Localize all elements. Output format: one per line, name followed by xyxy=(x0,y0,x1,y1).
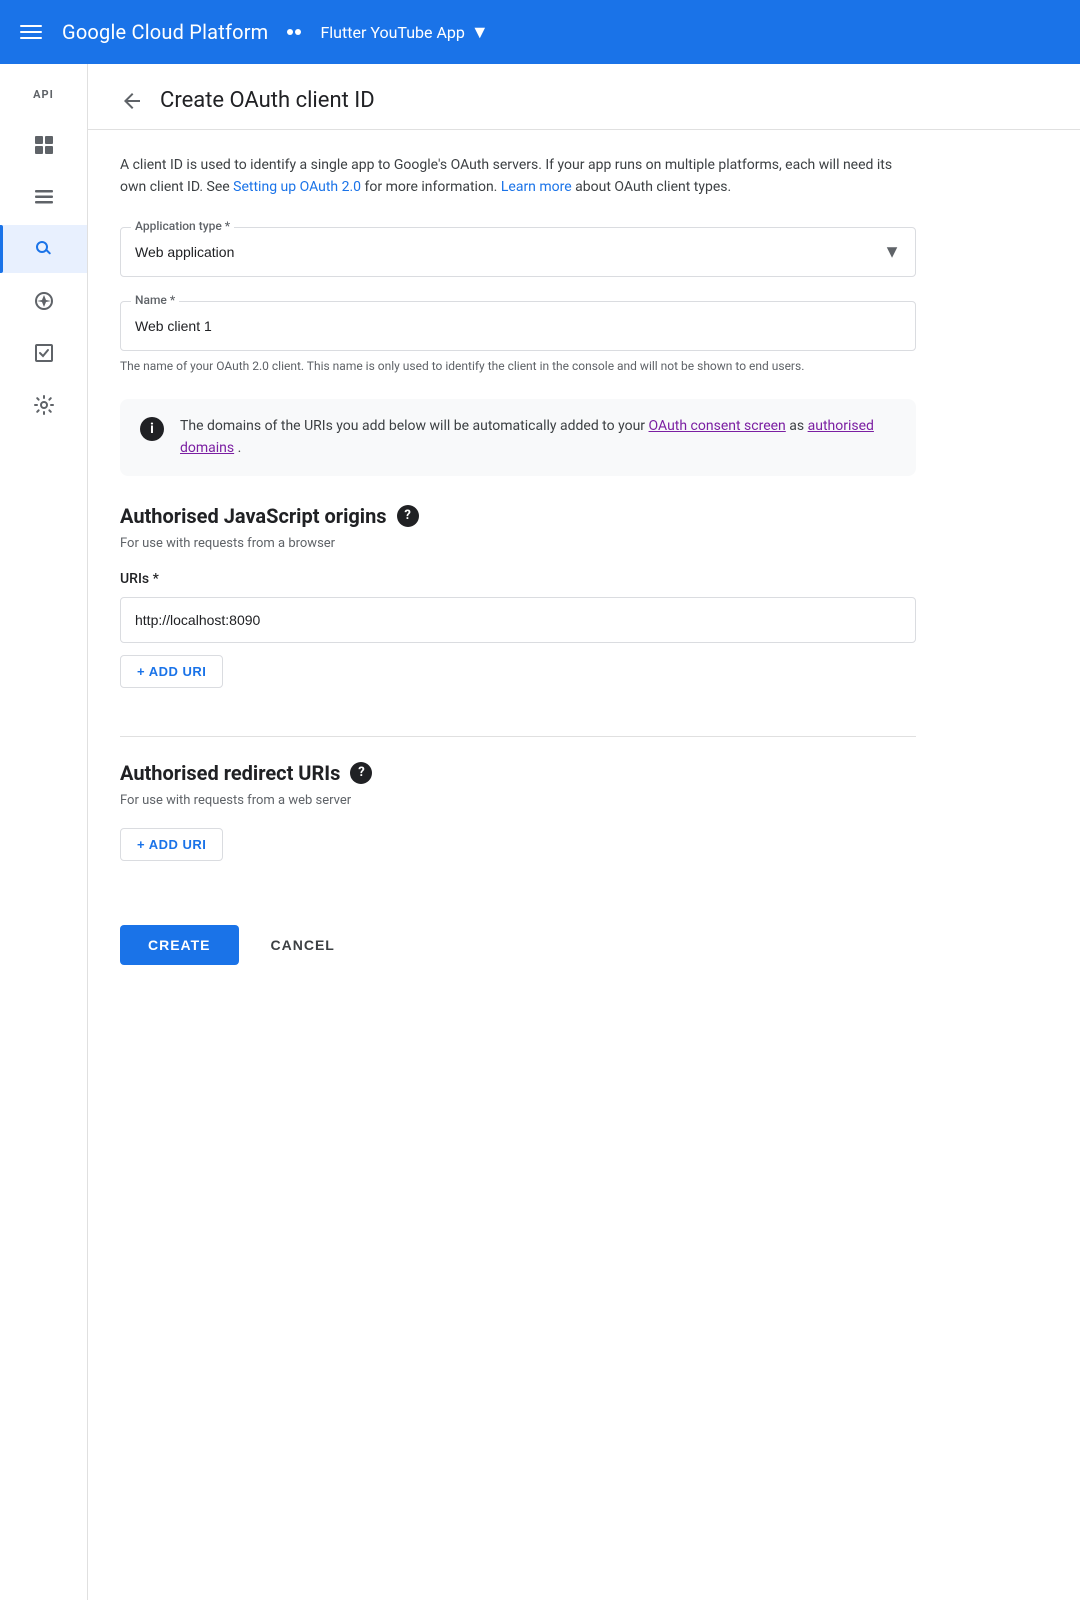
main-layout: API xyxy=(0,64,1080,1600)
redirect-uris-desc: For use with requests from a web server xyxy=(120,793,916,808)
project-selector[interactable]: Flutter YouTube App ▼ xyxy=(320,22,488,43)
sidebar: API xyxy=(0,64,88,1600)
chevron-down-icon: ▼ xyxy=(471,22,489,43)
back-button[interactable] xyxy=(120,89,144,113)
redirect-uris-help-icon[interactable]: ? xyxy=(350,762,372,784)
menu-icon[interactable] xyxy=(16,21,46,43)
settings-icon xyxy=(32,393,56,417)
create-button[interactable]: CREATE xyxy=(120,925,239,965)
oauth-setup-link[interactable]: Setting up OAuth 2.0 xyxy=(233,179,361,195)
products-icon xyxy=(32,185,56,209)
sidebar-item-credentials[interactable] xyxy=(0,225,87,273)
active-indicator xyxy=(0,225,3,273)
sidebar-item-products[interactable] xyxy=(0,173,87,221)
main-content: Create OAuth client ID A client ID is us… xyxy=(88,64,1080,1600)
js-origins-help-icon[interactable]: ? xyxy=(397,505,419,527)
name-group: Name * The name of your OAuth 2.0 client… xyxy=(120,301,916,375)
js-origins-desc: For use with requests from a browser xyxy=(120,536,916,551)
sidebar-item-tasks[interactable] xyxy=(0,329,87,377)
cancel-button[interactable]: CANCEL xyxy=(255,925,351,965)
sidebar-item-settings[interactable] xyxy=(0,381,87,429)
learn-more-link[interactable]: Learn more xyxy=(501,179,572,195)
description-text: A client ID is used to identify a single… xyxy=(120,154,916,199)
uris-input[interactable] xyxy=(121,598,915,642)
uris-label: URIs * xyxy=(120,571,916,587)
explore-icon xyxy=(32,289,56,313)
tasks-icon xyxy=(32,341,56,365)
page-header: Create OAuth client ID xyxy=(88,64,1080,130)
api-label: API xyxy=(33,80,54,109)
app-type-select[interactable]: Web application xyxy=(121,228,915,276)
redirect-uris-heading: Authorised redirect URIs ? xyxy=(120,761,916,785)
add-uri-button-1[interactable]: + ADD URI xyxy=(120,655,223,688)
redirect-uris-section: Authorised redirect URIs ? For use with … xyxy=(120,761,916,861)
name-field: Name * xyxy=(120,301,916,351)
info-box: i The domains of the URIs you add below … xyxy=(120,399,916,476)
js-origins-heading: Authorised JavaScript origins ? xyxy=(120,504,916,528)
top-navbar: Google Cloud Platform Flutter YouTube Ap… xyxy=(0,0,1080,64)
name-input[interactable] xyxy=(121,302,915,350)
app-type-label: Application type * xyxy=(131,219,234,233)
add-uri-button-2[interactable]: + ADD URI xyxy=(120,828,223,861)
name-label: Name * xyxy=(131,293,179,307)
project-divider xyxy=(284,22,304,42)
section-divider xyxy=(120,736,916,737)
form-area: A client ID is used to identify a single… xyxy=(88,130,948,1029)
info-text: The domains of the URIs you add below wi… xyxy=(180,415,896,460)
page-title: Create OAuth client ID xyxy=(160,88,375,113)
info-icon: i xyxy=(140,417,164,441)
brand-name: Google Cloud Platform xyxy=(62,20,268,44)
app-type-group: Application type * Web application ▼ xyxy=(120,227,916,277)
bottom-actions: CREATE CANCEL xyxy=(120,909,916,1005)
js-origins-section: Authorised JavaScript origins ? For use … xyxy=(120,504,916,688)
credentials-icon xyxy=(32,237,56,261)
uris-input-wrapper xyxy=(120,597,916,643)
dashboard-icon xyxy=(32,133,56,157)
consent-screen-link[interactable]: OAuth consent screen xyxy=(649,418,786,434)
sidebar-item-explore[interactable] xyxy=(0,277,87,325)
app-type-field: Application type * Web application ▼ xyxy=(120,227,916,277)
sidebar-item-dashboard[interactable] xyxy=(0,121,87,169)
name-helper: The name of your OAuth 2.0 client. This … xyxy=(120,357,916,375)
